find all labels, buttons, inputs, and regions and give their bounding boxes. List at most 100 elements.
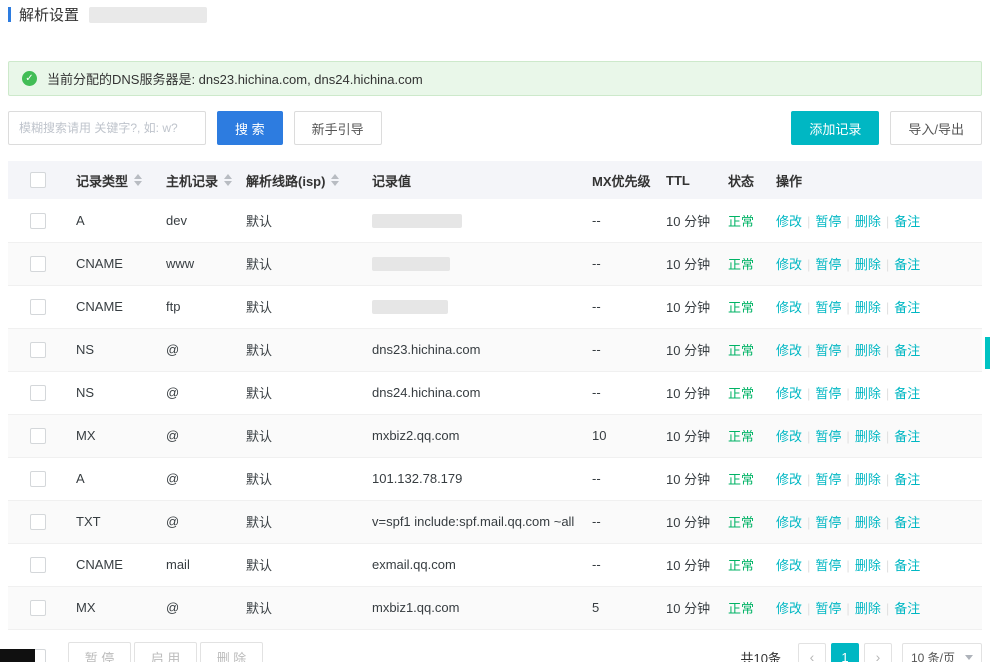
record-line: 默认 [246,213,273,229]
action-edit-link[interactable]: 修改 [776,386,802,401]
action-remark-link[interactable]: 备注 [894,472,920,487]
record-host: @ [166,600,180,615]
action-edit-link[interactable]: 修改 [776,214,802,229]
action-remark-link[interactable]: 备注 [894,601,920,616]
sort-icon[interactable] [331,174,340,186]
action-delete-link[interactable]: 删除 [855,214,881,229]
action-remark-link[interactable]: 备注 [894,429,920,444]
sort-icon[interactable] [134,174,143,186]
record-type: TXT [76,514,101,529]
record-line: 默认 [246,472,273,487]
action-pause-link[interactable]: 暂停 [815,429,841,444]
action-edit-link[interactable]: 修改 [776,472,802,487]
record-mx-priority: 10 [592,428,607,443]
record-ttl: 10 分钟 [666,601,711,616]
action-remark-link[interactable]: 备注 [894,214,920,229]
column-line-isp: 解析线路(isp) [246,173,326,189]
action-remark-link[interactable]: 备注 [894,515,920,530]
row-checkbox[interactable] [30,513,46,530]
action-delete-link[interactable]: 删除 [855,300,881,315]
beginner-guide-button[interactable]: 新手引导 [293,111,382,145]
action-delete-link[interactable]: 删除 [855,558,881,573]
search-button[interactable]: 搜 索 [217,111,283,145]
action-pause-link[interactable]: 暂停 [815,601,841,616]
action-remark-link[interactable]: 备注 [894,300,920,315]
batch-pause-button[interactable]: 暂 停 [68,641,131,662]
row-checkbox[interactable] [30,427,46,444]
record-ttl: 10 分钟 [666,429,711,444]
action-edit-link[interactable]: 修改 [776,515,802,530]
record-actions: 修改 | 暂停 | 删除 | 备注 [768,242,982,286]
action-separator: | [846,515,850,530]
action-pause-link[interactable]: 暂停 [815,515,841,530]
row-checkbox[interactable] [30,384,46,401]
page-size-select[interactable]: 10 条/页 [902,643,982,662]
action-remark-link[interactable]: 备注 [894,343,920,358]
record-mx-priority: -- [592,385,601,400]
row-checkbox[interactable] [30,599,46,616]
select-all-checkbox[interactable] [30,172,46,189]
action-delete-link[interactable]: 删除 [855,343,881,358]
action-delete-link[interactable]: 删除 [855,257,881,272]
action-edit-link[interactable]: 修改 [776,601,802,616]
prev-page-button[interactable]: ‹ [798,643,826,662]
action-pause-link[interactable]: 暂停 [815,343,841,358]
action-separator: | [807,343,811,358]
action-pause-link[interactable]: 暂停 [815,472,841,487]
action-delete-link[interactable]: 删除 [855,386,881,401]
row-checkbox[interactable] [30,556,46,573]
dns-server-banner-text: 当前分配的DNS服务器是: dns23.hichina.com, dns24.h… [47,72,423,87]
record-value: exmail.qq.com [372,557,456,572]
action-pause-link[interactable]: 暂停 [815,257,841,272]
record-actions: 修改 | 暂停 | 删除 | 备注 [768,328,982,372]
import-export-button[interactable]: 导入/导出 [890,111,982,145]
action-remark-link[interactable]: 备注 [894,386,920,401]
action-pause-link[interactable]: 暂停 [815,300,841,315]
record-status: 正常 [728,343,755,358]
current-page-button[interactable]: 1 [831,643,859,662]
next-page-button[interactable]: › [864,643,892,662]
record-value-redacted [372,257,450,272]
action-edit-link[interactable]: 修改 [776,257,802,272]
batch-delete-button[interactable]: 删 除 [200,641,263,662]
row-checkbox[interactable] [30,255,46,272]
action-separator: | [885,429,890,444]
record-value [372,299,448,315]
action-delete-link[interactable]: 删除 [855,515,881,530]
chevron-down-icon [965,654,973,660]
action-delete-link[interactable]: 删除 [855,601,881,616]
record-line: 默认 [246,515,273,530]
record-mx-priority: -- [592,256,601,271]
action-edit-link[interactable]: 修改 [776,343,802,358]
row-checkbox[interactable] [30,341,46,358]
row-checkbox[interactable] [30,298,46,315]
action-separator: | [846,472,850,487]
scrollbar-thumb[interactable] [985,337,990,369]
record-actions: 修改 | 暂停 | 删除 | 备注 [768,543,982,587]
action-edit-link[interactable]: 修改 [776,558,802,573]
action-separator: | [807,515,811,530]
row-checkbox[interactable] [30,470,46,487]
add-record-button[interactable]: 添加记录 [791,111,880,145]
search-input[interactable] [8,111,206,145]
action-edit-link[interactable]: 修改 [776,429,802,444]
record-status: 正常 [728,300,755,315]
action-remark-link[interactable]: 备注 [894,558,920,573]
record-status: 正常 [728,558,755,573]
record-mx-priority: -- [592,557,601,572]
action-pause-link[interactable]: 暂停 [815,214,841,229]
batch-enable-button[interactable]: 启 用 [134,641,197,662]
action-pause-link[interactable]: 暂停 [815,386,841,401]
record-ttl: 10 分钟 [666,257,711,272]
record-actions: 修改 | 暂停 | 删除 | 备注 [768,199,982,243]
action-separator: | [807,213,811,229]
action-remark-link[interactable]: 备注 [894,257,920,272]
action-pause-link[interactable]: 暂停 [815,558,841,573]
sort-icon[interactable] [224,174,233,186]
table-row: NS @ 默认 dns24.hichina.com -- 10 分钟 正常 修改… [8,371,982,415]
action-delete-link[interactable]: 删除 [855,472,881,487]
action-delete-link[interactable]: 删除 [855,429,881,444]
record-host: mail [166,557,190,572]
row-checkbox[interactable] [30,212,46,229]
action-edit-link[interactable]: 修改 [776,300,802,315]
